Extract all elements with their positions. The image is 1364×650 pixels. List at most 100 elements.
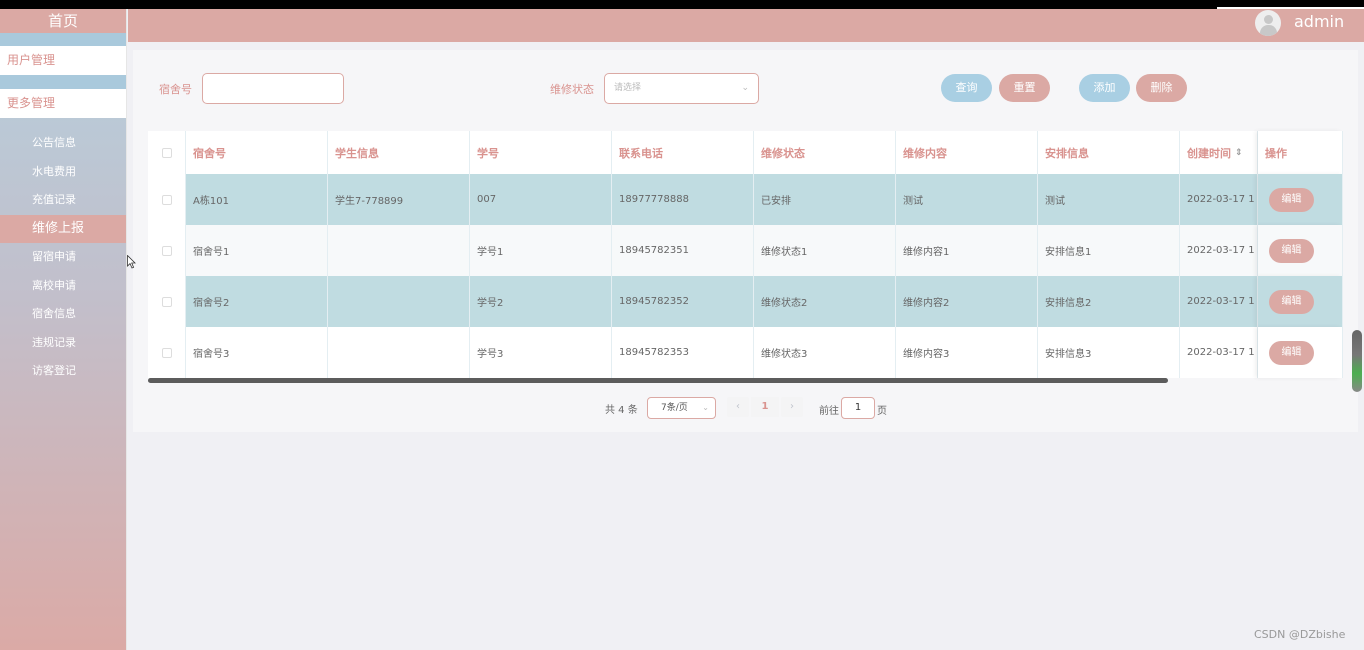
column-header: 宿舍号 <box>186 131 328 174</box>
table-cell: 18977778888 <box>612 174 754 225</box>
repair-status-placeholder: 请选择 <box>614 83 642 93</box>
sidebar-item[interactable]: 宿舍信息 <box>0 300 126 329</box>
edit-button[interactable]: 编辑 <box>1269 340 1314 365</box>
table-cell: 2022-03-17 1 <box>1180 276 1258 327</box>
sidebar-more-management[interactable]: 更多管理 <box>0 89 126 118</box>
cell-text: 18945782352 <box>619 296 689 307</box>
table-cell: 宿舍号3 <box>186 327 328 378</box>
sidebar: 首页 用户管理 更多管理 公告信息 水电费用 充值记录 维修上报 留宿申请 离校申请 宿舍信… <box>0 9 127 650</box>
column-header-label: 学生信息 <box>335 146 379 160</box>
cell-text: 已安排 <box>761 196 791 207</box>
cell-text: 学号1 <box>477 247 504 258</box>
select-all-checkbox[interactable] <box>161 147 172 158</box>
cell-text: 宿舍号2 <box>193 298 230 309</box>
edit-button[interactable]: 编辑 <box>1269 289 1314 314</box>
reset-button[interactable]: 重置 <box>999 74 1050 102</box>
table-cell: 18945782353 <box>612 327 754 378</box>
table-cell: 18945782351 <box>612 225 754 276</box>
page-number-current[interactable]: 1 <box>751 397 779 417</box>
cell-text: 维修内容3 <box>903 349 950 360</box>
goto-page-input[interactable]: 1 <box>841 397 875 419</box>
user-avatar-icon[interactable] <box>1255 10 1281 36</box>
page-size-select[interactable]: 7条/页 ⌄ <box>647 397 716 419</box>
cell-text: 维修状态3 <box>761 349 808 360</box>
row-checkbox[interactable] <box>161 194 172 205</box>
sidebar-item[interactable]: 访客登记 <box>0 357 126 386</box>
cell-text: 测试 <box>903 196 923 207</box>
table-cell: 学号1 <box>470 225 612 276</box>
sidebar-item[interactable]: 充值记录 <box>0 186 126 215</box>
column-header-label: 联系电话 <box>619 146 663 160</box>
cell-text: 学号2 <box>477 298 504 309</box>
cell-text: 学号3 <box>477 349 504 360</box>
sidebar-item[interactable]: 留宿申请 <box>0 243 126 272</box>
row-checkbox[interactable] <box>161 347 172 358</box>
sidebar-user-management[interactable]: 用户管理 <box>0 46 126 75</box>
prev-page-button[interactable]: ‹ <box>727 397 749 417</box>
cell-text: 安排信息2 <box>1045 298 1092 309</box>
cell-text: 宿舍号3 <box>193 349 230 360</box>
column-header: 操作 <box>1258 131 1343 174</box>
cell-text: A栋101 <box>193 196 229 207</box>
table-cell: 安排信息2 <box>1038 276 1180 327</box>
repair-status-label: 维修状态 <box>550 83 594 96</box>
cell-text: 测试 <box>1045 196 1065 207</box>
sidebar-item[interactable]: 维修上报 <box>0 214 126 243</box>
sidebar-divider <box>0 75 126 89</box>
edit-button[interactable]: 编辑 <box>1269 187 1314 212</box>
column-header: 学生信息 <box>328 131 470 174</box>
sidebar-item[interactable]: 水电费用 <box>0 158 126 187</box>
row-checkbox[interactable] <box>161 245 172 256</box>
cell-text: 维修状态2 <box>761 298 808 309</box>
table-cell-actions: 编辑 <box>1258 225 1343 276</box>
table-header-row: 宿舍号 学生信息 学号 联系电话 维修状态 维修内容 安排信息 创建时间 ⇕ 操作 <box>148 131 1343 174</box>
table-cell: 2022-03-17 1 <box>1180 174 1258 225</box>
dorm-number-input[interactable] <box>202 73 344 104</box>
column-header-label: 操作 <box>1265 146 1287 160</box>
table-cell <box>328 225 470 276</box>
sort-icon[interactable]: ⇕ <box>1235 148 1243 158</box>
vertical-scrollbar[interactable] <box>1352 330 1362 392</box>
username[interactable]: admin <box>1294 12 1344 31</box>
sidebar-item[interactable]: 离校申请 <box>0 272 126 301</box>
column-header: 学号 <box>470 131 612 174</box>
sidebar-item[interactable]: 公告信息 <box>0 129 126 158</box>
table-cell: 维修状态1 <box>754 225 896 276</box>
table-cell: 测试 <box>896 174 1038 225</box>
table-cell: 18945782352 <box>612 276 754 327</box>
table-cell: 维修内容2 <box>896 276 1038 327</box>
cell-text: 维修内容2 <box>903 298 950 309</box>
sidebar-divider <box>0 33 126 46</box>
delete-button[interactable]: 删除 <box>1136 74 1187 102</box>
pagination-total: 共 4 条 <box>605 405 638 416</box>
table-cell: 学生7-778899 <box>328 174 470 225</box>
cell-text: 2022-03-17 1 <box>1187 194 1255 205</box>
sidebar-home[interactable]: 首页 <box>0 9 126 33</box>
table-cell: 维修内容3 <box>896 327 1038 378</box>
table-cell: 维修状态2 <box>754 276 896 327</box>
table-cell: A栋101 <box>186 174 328 225</box>
table-cell: 安排信息3 <box>1038 327 1180 378</box>
table-row: 宿舍号2 学号2 18945782352 维修状态2 维修内容2 安排信息2 2022-03… <box>148 276 1343 327</box>
table-cell: 维修状态3 <box>754 327 896 378</box>
search-button[interactable]: 查询 <box>941 74 992 102</box>
column-header-label: 宿舍号 <box>193 146 226 160</box>
add-button[interactable]: 添加 <box>1079 74 1130 102</box>
cell-text: 维修状态1 <box>761 247 808 258</box>
table-cell: 宿舍号1 <box>186 225 328 276</box>
table-cell: 2022-03-17 1 <box>1180 327 1258 378</box>
horizontal-scrollbar[interactable] <box>148 378 1168 383</box>
table-cell <box>328 327 470 378</box>
column-header-label: 维修状态 <box>761 146 805 160</box>
column-header: 维修状态 <box>754 131 896 174</box>
watermark-text: CSDN @DZbishe <box>1254 628 1346 641</box>
column-header-label: 创建时间 <box>1187 146 1231 160</box>
column-header[interactable]: 创建时间 ⇕ <box>1180 131 1258 174</box>
next-page-button[interactable]: › <box>781 397 803 417</box>
cell-text: 2022-03-17 1 <box>1187 347 1255 358</box>
repair-status-select[interactable]: 请选择 ⌄ <box>604 73 759 104</box>
sidebar-item[interactable]: 违规记录 <box>0 329 126 358</box>
row-checkbox[interactable] <box>161 296 172 307</box>
cell-text: 2022-03-17 1 <box>1187 245 1255 256</box>
edit-button[interactable]: 编辑 <box>1269 238 1314 263</box>
